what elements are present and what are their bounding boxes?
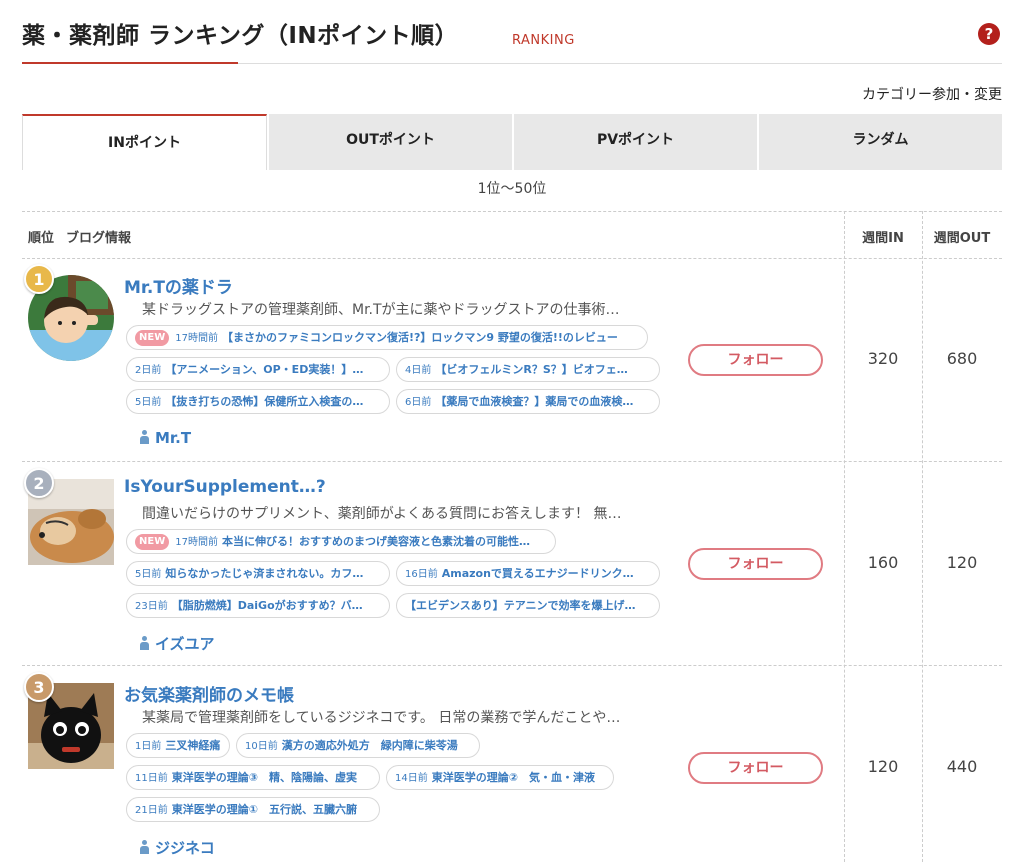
col-week-in: 週間IN bbox=[862, 231, 904, 246]
recent-post-link[interactable]: 5日前 【抜き打ちの恐怖】保健所立入検査の… bbox=[126, 389, 390, 414]
post-time: 17時間前 bbox=[175, 333, 218, 344]
follow-button[interactable]: フォロー bbox=[688, 548, 823, 580]
recent-post-link[interactable]: 14日前 東洋医学の理論② 気・血・津液 bbox=[386, 765, 614, 790]
ranking-tabs: INポイント OUTポイント PVポイント ランダム bbox=[22, 114, 1002, 170]
post-title: 漢方の適応外処方 緑内障に柴苓湯 bbox=[281, 739, 458, 752]
table-row: 2 IsYourSupplement…? 間違いだらけのサプリメント、薬剤師がよ… bbox=[22, 463, 1002, 666]
blog-title-link[interactable]: Mr.Tの薬ドラ bbox=[124, 273, 233, 298]
author-name: Mr.T bbox=[155, 429, 192, 447]
person-icon bbox=[140, 636, 149, 650]
person-icon bbox=[140, 840, 149, 854]
post-time: 5日前 bbox=[135, 569, 162, 580]
recent-post-link[interactable]: 6日前 【薬局で血液検査？】薬局での血液検… bbox=[396, 389, 660, 414]
tab-pv-points[interactable]: PVポイント bbox=[512, 114, 757, 170]
recent-post-link[interactable]: NEW 17時間前 【まさかのファミコンロックマン復活!?】ロックマン9 野望の復活… bbox=[126, 325, 648, 350]
rank-medal-bronze: 3 bbox=[24, 672, 54, 702]
rank-medal-gold: 1 bbox=[24, 264, 54, 294]
recent-post-link[interactable]: 16日前 Amazonで買えるエナジードリンク… bbox=[396, 561, 660, 586]
post-title: 【抜き打ちの恐怖】保健所立入検査の… bbox=[165, 395, 364, 408]
post-time: 5日前 bbox=[135, 397, 162, 408]
new-badge: NEW bbox=[135, 534, 170, 550]
post-time: 16日前 bbox=[405, 569, 438, 580]
ranking-subtitle: RANKING bbox=[512, 33, 575, 48]
author-link[interactable]: イズユア bbox=[140, 633, 215, 654]
post-time: 11日前 bbox=[135, 773, 168, 784]
page-title: 薬・薬剤師 ランキング（INポイント順） bbox=[22, 23, 459, 49]
post-title: 東洋医学の理論① 五行説、五臓六腑 bbox=[171, 803, 358, 816]
recent-post-link[interactable]: NEW 17時間前 本当に伸びる！おすすめのまつげ美容液と色素沈着の可能性… bbox=[126, 529, 556, 554]
post-title: 【まさかのファミコンロックマン復活!?】ロックマン9 野望の復活!!のレビュー bbox=[221, 331, 618, 344]
follow-button[interactable]: フォロー bbox=[688, 344, 823, 376]
post-time: 6日前 bbox=[405, 397, 432, 408]
post-title: 知らなかったじゃ済まされない。カフ… bbox=[165, 567, 364, 580]
recent-post-link[interactable]: 【エビデンスあり】テアニンで効率を爆上げ… bbox=[396, 593, 660, 618]
col-rank: 順位 bbox=[28, 231, 55, 246]
post-time: 1日前 bbox=[135, 741, 162, 752]
post-time: 2日前 bbox=[135, 365, 162, 376]
rank-range: 1位〜50位 bbox=[477, 181, 547, 197]
recent-post-link[interactable]: 1日前 三叉神経痛 bbox=[126, 733, 230, 758]
category-change-link[interactable]: カテゴリー参加・変更 bbox=[862, 84, 1002, 104]
rank-medal-silver: 2 bbox=[24, 468, 54, 498]
recent-post-link[interactable]: 10日前 漢方の適応外処方 緑内障に柴苓湯 bbox=[236, 733, 480, 758]
tab-random[interactable]: ランダム bbox=[757, 114, 1002, 170]
recent-post-link[interactable]: 4日前 【ビオフェルミンR？S？】ビオフェ… bbox=[396, 357, 660, 382]
blog-description: 某薬局で管理薬剤師をしているジジネコです。 日常の業務で学んだことや… bbox=[142, 710, 621, 726]
post-title: 【脂肪燃焼】DaiGoがおすすめ？バ… bbox=[171, 599, 363, 612]
author-name: ジジネコ bbox=[155, 839, 215, 857]
recent-post-link[interactable]: 5日前 知らなかったじゃ済まされない。カフ… bbox=[126, 561, 390, 586]
follow-button[interactable]: フォロー bbox=[688, 752, 823, 784]
post-title: 【アニメーション、OP・ED実装！】… bbox=[165, 363, 364, 376]
post-title: 【エビデンスあり】テアニンで効率を爆上げ… bbox=[405, 599, 636, 612]
new-badge: NEW bbox=[135, 330, 170, 346]
post-title: 東洋医学の理論③ 精、陰陽論、虚実 bbox=[171, 771, 358, 784]
post-time: 17時間前 bbox=[175, 537, 218, 548]
post-title: 三叉神経痛 bbox=[165, 739, 221, 752]
col-week-out: 週間OUT bbox=[933, 231, 991, 246]
blog-title-link[interactable]: IsYourSupplement…? bbox=[124, 477, 326, 497]
recent-post-link[interactable]: 11日前 東洋医学の理論③ 精、陰陽論、虚実 bbox=[126, 765, 380, 790]
author-name: イズユア bbox=[155, 635, 215, 653]
post-title: 【ビオフェルミンR？S？】ビオフェ… bbox=[435, 363, 628, 376]
post-time: 21日前 bbox=[135, 805, 168, 816]
week-out-value: 440 bbox=[946, 757, 978, 776]
author-link[interactable]: Mr.T bbox=[140, 429, 191, 447]
post-time: 10日前 bbox=[245, 741, 278, 752]
table-header: 順位 ブログ情報 週間IN 週間OUT bbox=[22, 211, 1002, 259]
post-title: 【薬局で血液検査？】薬局での血液検… bbox=[435, 395, 634, 408]
table-row: 3 お気楽薬剤師のメモ帳 某薬局で管理薬剤師をしているジジネコです。 日常の業務… bbox=[22, 667, 1002, 862]
page-header: 薬・薬剤師 ランキング（INポイント順） RANKING ? bbox=[22, 14, 1002, 64]
week-out-value: 680 bbox=[946, 349, 978, 368]
post-title: 本当に伸びる！おすすめのまつげ美容液と色素沈着の可能性… bbox=[221, 535, 530, 548]
tab-out-points[interactable]: OUTポイント bbox=[267, 114, 512, 170]
blog-title-link[interactable]: お気楽薬剤師のメモ帳 bbox=[124, 681, 294, 706]
week-in-value: 120 bbox=[867, 757, 899, 776]
post-time: 4日前 bbox=[405, 365, 432, 376]
post-time: 23日前 bbox=[135, 601, 168, 612]
col-blog-info: ブログ情報 bbox=[66, 231, 132, 246]
recent-post-link[interactable]: 23日前 【脂肪燃焼】DaiGoがおすすめ？バ… bbox=[126, 593, 390, 618]
post-title: Amazonで買えるエナジードリンク… bbox=[441, 567, 634, 580]
post-time: 14日前 bbox=[395, 773, 428, 784]
title-underline bbox=[22, 62, 238, 64]
week-in-value: 160 bbox=[867, 553, 899, 572]
help-icon[interactable]: ? bbox=[978, 23, 1000, 45]
post-title: 東洋医学の理論② 気・血・津液 bbox=[431, 771, 596, 784]
author-link[interactable]: ジジネコ bbox=[140, 837, 215, 858]
table-row: 1 Mr.Tの薬ドラ 某ドラッグストアの管理薬剤師、Mr.Tが主に薬やドラッグス… bbox=[22, 259, 1002, 462]
tab-in-points[interactable]: INポイント bbox=[22, 114, 267, 170]
recent-post-link[interactable]: 21日前 東洋医学の理論① 五行説、五臓六腑 bbox=[126, 797, 380, 822]
blog-description: 間違いだらけのサプリメント、薬剤師がよくある質問にお答えします！ 無… bbox=[142, 506, 622, 522]
person-icon bbox=[140, 430, 149, 444]
blog-description: 某ドラッグストアの管理薬剤師、Mr.Tが主に薬やドラッグストアの仕事術… bbox=[142, 302, 620, 318]
recent-post-link[interactable]: 2日前 【アニメーション、OP・ED実装！】… bbox=[126, 357, 390, 382]
week-in-value: 320 bbox=[867, 349, 899, 368]
week-out-value: 120 bbox=[946, 553, 978, 572]
